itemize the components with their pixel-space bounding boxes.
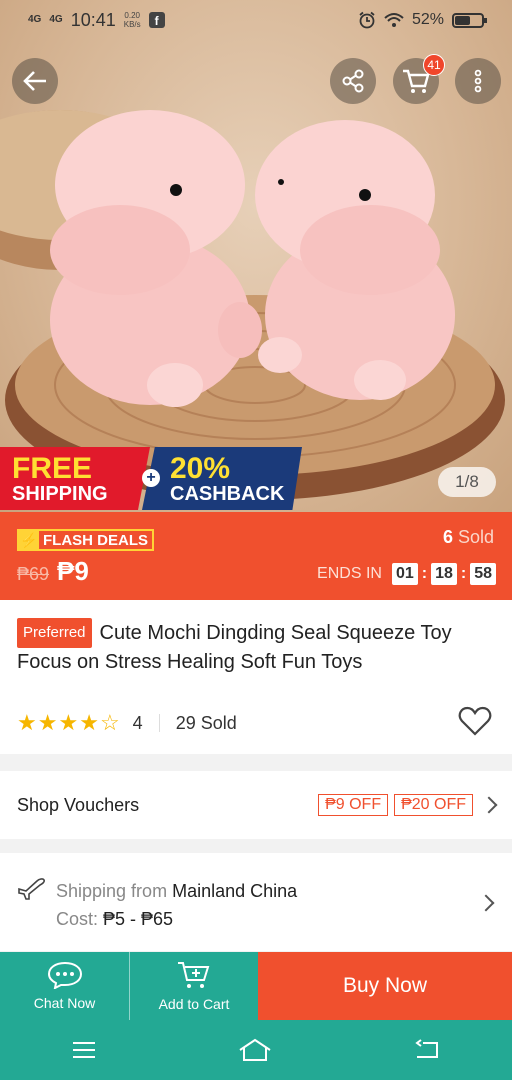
- signal-icon: 4G: [28, 14, 42, 25]
- wifi-icon: [384, 13, 404, 27]
- back-button[interactable]: [12, 58, 58, 104]
- net-speed: 0.20 KB/s: [124, 11, 141, 29]
- shipping-from-label: Shipping from: [56, 881, 168, 901]
- star-filled-icon: ★: [37, 710, 59, 735]
- share-icon: [342, 69, 364, 93]
- cashback-banner: 20% CASHBACK: [142, 447, 302, 510]
- system-nav-bar: [0, 1020, 512, 1080]
- star-filled-icon: ★: [79, 710, 100, 735]
- status-bar: 4G 4G 10:41 0.20 KB/s f 52%: [0, 0, 512, 40]
- battery-percent: 52%: [411, 11, 444, 28]
- more-options-button[interactable]: [455, 58, 501, 104]
- rating-value: 4: [132, 712, 143, 733]
- voucher-chip[interactable]: ₱20 OFF: [394, 794, 473, 816]
- flash-sold-count: 6 Sold: [443, 527, 494, 548]
- free-shipping-banner: FREE SHIPPING: [0, 447, 150, 510]
- chat-now-label: Chat Now: [33, 995, 96, 1011]
- divider: [158, 714, 160, 732]
- chat-icon: [47, 961, 82, 989]
- home-icon[interactable]: [238, 1038, 272, 1062]
- voucher-chips: ₱9 OFF ₱20 OFF: [318, 794, 473, 816]
- menu-icon[interactable]: [71, 1040, 97, 1060]
- chevron-right-icon: [477, 894, 495, 912]
- free-text: FREE: [12, 452, 93, 485]
- shipping-text: SHIPPING: [12, 483, 108, 505]
- rating-row[interactable]: ★★★★☆ 4 29 Sold: [17, 710, 237, 736]
- buy-now-button[interactable]: Buy Now: [258, 952, 512, 1020]
- star-rating: ★★★★☆: [17, 710, 121, 736]
- add-cart-icon: [178, 962, 210, 988]
- net-speed-value: 0.20: [124, 11, 140, 20]
- share-button[interactable]: [330, 58, 376, 104]
- cart-button[interactable]: 41: [393, 54, 445, 104]
- shipping-info: Shipping from Mainland China Cost: ₱5 - …: [56, 877, 297, 933]
- image-pager: 1/8: [438, 467, 496, 497]
- back-arrow-icon: [23, 71, 46, 91]
- plus-icon: +: [142, 469, 160, 487]
- promo-banner: FREE SHIPPING 20% CASHBACK +: [0, 447, 304, 510]
- cart-count-badge: 41: [423, 54, 445, 76]
- bottom-action-bar: Chat Now Add to Cart Buy Now: [0, 952, 512, 1020]
- net-speed-unit: KB/s: [123, 20, 141, 29]
- voucher-chip[interactable]: ₱9 OFF: [318, 794, 389, 816]
- original-price: ₱69: [17, 564, 50, 584]
- shop-vouchers-row[interactable]: Shop Vouchers ₱9 OFF ₱20 OFF: [0, 771, 512, 839]
- more-vertical-icon: [474, 69, 482, 93]
- alarm-icon: [359, 11, 375, 29]
- preferred-badge: Preferred: [17, 618, 92, 648]
- price-row: ₱69 ₱9: [17, 556, 89, 587]
- flash-deals-bar: ⚡ FLASH DEALS 6 Sold ₱69 ₱9 ENDS IN 01 :…: [0, 512, 512, 600]
- product-title: Preferred Cute Mochi Dingding Seal Squeez…: [17, 618, 495, 676]
- sold-count: 29 Sold: [175, 712, 237, 733]
- flash-deals-label: FLASH DEALS: [43, 531, 148, 549]
- ends-in-label: ENDS IN: [317, 565, 382, 582]
- heart-icon[interactable]: [458, 706, 492, 736]
- battery-icon: [452, 12, 487, 28]
- star-filled-icon: ★: [17, 710, 38, 735]
- flash-sold-number: 6: [442, 527, 453, 547]
- shop-vouchers-label: Shop Vouchers: [17, 794, 140, 815]
- cashback-percent: 20%: [170, 452, 231, 485]
- back-nav-icon[interactable]: [413, 1039, 441, 1061]
- star-empty-icon: ☆: [99, 710, 121, 735]
- chevron-right-icon: [480, 796, 498, 814]
- status-time: 10:41: [70, 9, 116, 30]
- signal-icon-2: 4G: [49, 14, 63, 25]
- star-filled-icon: ★: [58, 710, 80, 735]
- chat-now-button[interactable]: Chat Now: [0, 952, 129, 1020]
- add-to-cart-label: Add to Cart: [158, 996, 230, 1012]
- facebook-icon: f: [148, 12, 165, 28]
- flash-sold-label: Sold: [457, 527, 494, 547]
- cashback-text: CASHBACK: [170, 483, 285, 505]
- timer-minutes: 18: [431, 563, 457, 585]
- shipping-cost-label: Cost:: [56, 909, 99, 929]
- shipping-cost: ₱5 - ₱65: [103, 909, 174, 929]
- current-price: ₱9: [57, 556, 89, 586]
- airplane-icon: [18, 878, 45, 900]
- flash-deals-tag: ⚡ FLASH DEALS: [17, 529, 154, 551]
- timer-hours: 01: [391, 563, 418, 585]
- add-to-cart-button[interactable]: Add to Cart: [129, 952, 258, 1020]
- shipping-row[interactable]: Shipping from Mainland China Cost: ₱5 - …: [0, 853, 512, 951]
- countdown-timer: ENDS IN 01 : 18 : 58: [317, 563, 496, 585]
- timer-seconds: 58: [470, 563, 496, 585]
- lightning-icon: ⚡: [19, 531, 39, 549]
- shipping-origin: Mainland China: [172, 881, 298, 901]
